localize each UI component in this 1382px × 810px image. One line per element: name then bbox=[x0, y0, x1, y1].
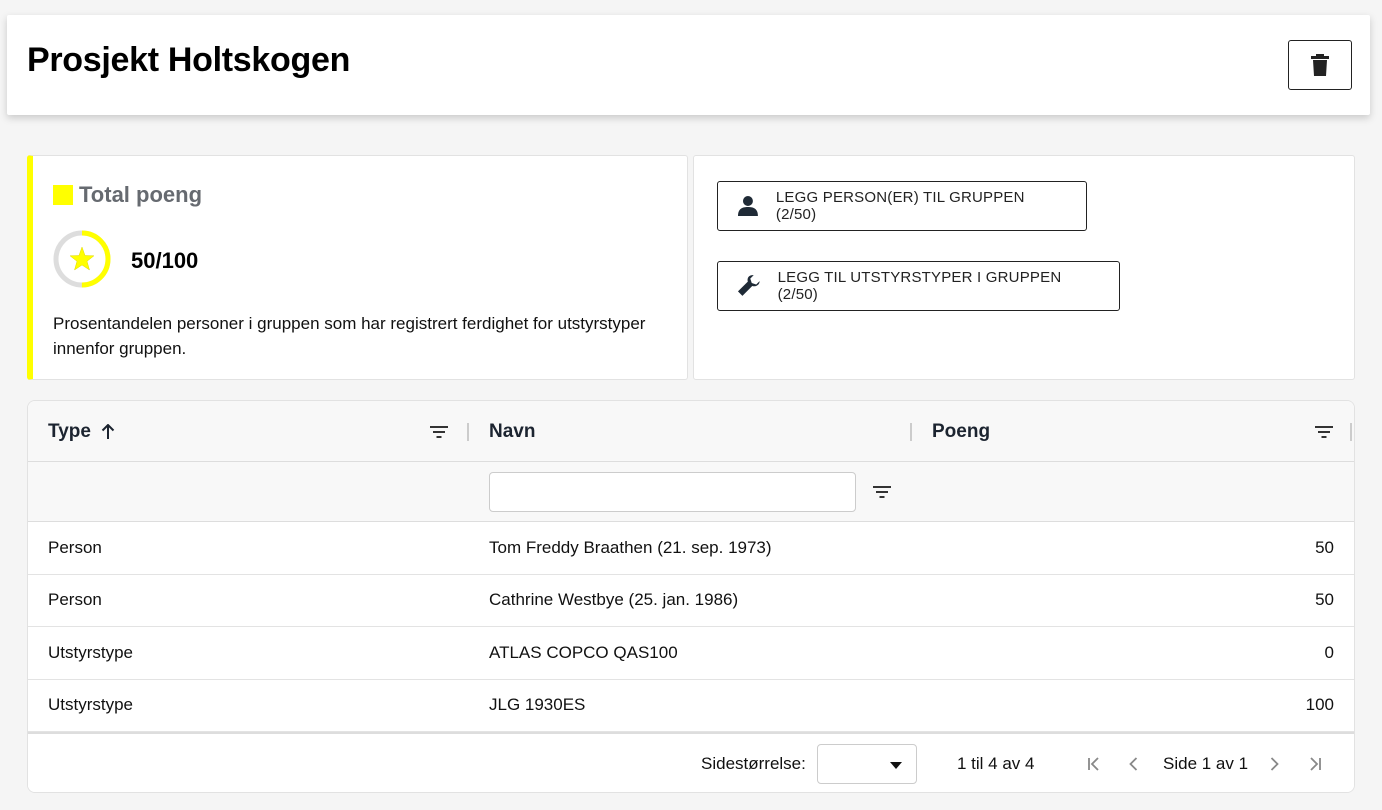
chevron-left-icon bbox=[1129, 757, 1138, 771]
table-row[interactable]: Utstyrstype JLG 1930ES 100 bbox=[28, 680, 1354, 732]
table-header: Type Navn Poeng bbox=[28, 401, 1354, 462]
filter-icon bbox=[430, 426, 448, 438]
score-title-text: Total poeng bbox=[79, 182, 203, 207]
first-page-icon bbox=[1088, 757, 1099, 771]
arrow-up-icon bbox=[101, 423, 115, 439]
cell-type: Utstyrstype bbox=[48, 695, 134, 715]
table-row[interactable]: Person Cathrine Westbye (25. jan. 1986) … bbox=[28, 575, 1354, 627]
cell-navn: Cathrine Westbye (25. jan. 1986) bbox=[489, 590, 739, 610]
person-icon bbox=[737, 196, 758, 216]
page-size-select[interactable] bbox=[817, 744, 917, 784]
delete-button[interactable] bbox=[1288, 40, 1352, 90]
next-page-button[interactable] bbox=[1263, 753, 1285, 775]
column-header-poeng[interactable]: Poeng bbox=[932, 401, 990, 462]
score-title: Total poeng bbox=[53, 182, 202, 208]
last-page-icon bbox=[1310, 757, 1321, 771]
star-icon bbox=[69, 246, 95, 271]
column-header-navn[interactable]: Navn bbox=[489, 401, 535, 462]
filter-icon bbox=[873, 486, 891, 498]
column-resize-handle[interactable] bbox=[910, 423, 912, 441]
pagination-bar: Sidestørrelse: 1 til 4 av 4 Side 1 av 1 bbox=[28, 732, 1354, 792]
caret-down-icon bbox=[890, 762, 902, 769]
cell-poeng: 50 bbox=[1315, 537, 1334, 557]
page-header: Prosjekt Holtskogen bbox=[7, 15, 1370, 115]
column-resize-handle[interactable] bbox=[467, 423, 469, 441]
column-header-poeng-label: Poeng bbox=[932, 420, 991, 442]
first-page-button[interactable] bbox=[1083, 753, 1105, 775]
type-filter-button[interactable] bbox=[427, 420, 451, 444]
page-info-text: Side 1 av 1 bbox=[1163, 754, 1249, 773]
navn-filter-input[interactable] bbox=[489, 472, 856, 512]
actions-card: LEGG PERSON(ER) TIL GRUPPEN (2/50) LEGG … bbox=[693, 155, 1355, 380]
page-size-label: Sidestørrelse: bbox=[701, 754, 806, 773]
add-equipment-label: LEGG TIL UTSTYRSTYPER I GRUPPEN (2/50) bbox=[777, 269, 1062, 303]
score-gauge bbox=[53, 230, 111, 288]
cell-navn: JLG 1930ES bbox=[489, 695, 586, 715]
cell-poeng: 0 bbox=[1324, 642, 1334, 662]
trash-icon bbox=[1311, 54, 1329, 76]
members-table: Type Navn Poeng Person Tom Freddy Braath… bbox=[27, 400, 1355, 793]
column-header-type[interactable]: Type bbox=[48, 401, 115, 462]
total-score-card: Total poeng 50/100 Prosentandelen person… bbox=[27, 155, 688, 380]
table-body: Person Tom Freddy Braathen (21. sep. 197… bbox=[28, 522, 1354, 732]
add-person-button[interactable]: LEGG PERSON(ER) TIL GRUPPEN (2/50) bbox=[717, 181, 1087, 231]
cell-type: Person bbox=[48, 537, 102, 557]
previous-page-button[interactable] bbox=[1123, 753, 1145, 775]
filter-row bbox=[28, 462, 1354, 522]
column-resize-handle[interactable] bbox=[1350, 423, 1352, 441]
cell-poeng: 50 bbox=[1315, 590, 1334, 610]
column-header-type-label: Type bbox=[48, 420, 91, 442]
score-color-indicator bbox=[53, 185, 73, 205]
filter-icon bbox=[1315, 426, 1333, 438]
table-row[interactable]: Utstyrstype ATLAS COPCO QAS100 0 bbox=[28, 627, 1354, 680]
cell-navn: Tom Freddy Braathen (21. sep. 1973) bbox=[489, 537, 772, 557]
table-row[interactable]: Person Tom Freddy Braathen (21. sep. 197… bbox=[28, 522, 1354, 575]
wrench-icon bbox=[737, 275, 760, 296]
cell-type: Utstyrstype bbox=[48, 642, 134, 662]
add-person-label: LEGG PERSON(ER) TIL GRUPPEN (2/50) bbox=[775, 189, 1025, 223]
chevron-right-icon bbox=[1270, 757, 1279, 771]
score-description: Prosentandelen personer i gruppen som ha… bbox=[53, 314, 646, 358]
last-page-button[interactable] bbox=[1304, 753, 1326, 775]
cell-type: Person bbox=[48, 590, 102, 610]
row-range-text: 1 til 4 av 4 bbox=[957, 754, 1035, 773]
add-equipment-type-button[interactable]: LEGG TIL UTSTYRSTYPER I GRUPPEN (2/50) bbox=[717, 261, 1120, 311]
cell-poeng: 100 bbox=[1305, 695, 1334, 715]
column-header-navn-label: Navn bbox=[489, 420, 536, 442]
cell-navn: ATLAS COPCO QAS100 bbox=[489, 642, 678, 662]
poeng-filter-button[interactable] bbox=[1312, 420, 1336, 444]
page-title: Prosjekt Holtskogen bbox=[27, 41, 351, 79]
score-value: 50/100 bbox=[131, 248, 199, 273]
navn-filter-menu-button[interactable] bbox=[870, 480, 894, 504]
